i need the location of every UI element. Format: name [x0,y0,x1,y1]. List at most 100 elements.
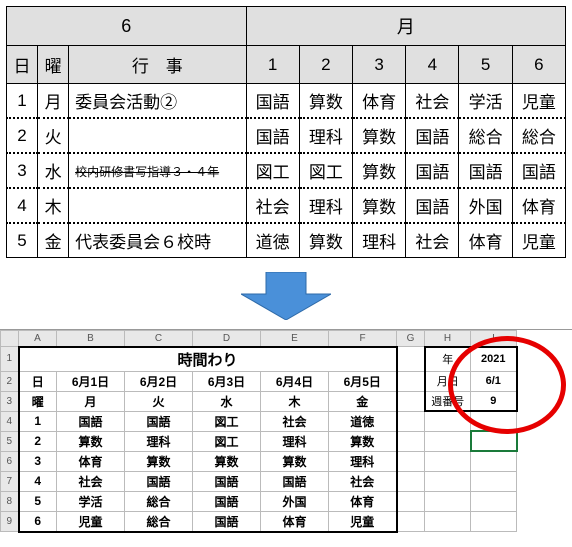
side-year-val[interactable]: 2021 [471,347,517,372]
subject-cell: 児童 [512,223,565,258]
grid-cell[interactable]: 総合 [125,511,193,532]
grid-cell[interactable]: 児童 [329,511,397,532]
rowhdr-9[interactable]: 9 [1,511,19,532]
side-wk-val[interactable]: 9 [471,391,517,411]
rowhdr-2[interactable]: 2 [1,371,19,391]
grid-cell[interactable]: 道徳 [329,411,397,431]
period-label[interactable]: 3 [19,451,57,471]
cell-empty[interactable] [425,411,471,431]
cell-empty[interactable] [425,491,471,511]
sheet-dow-3[interactable]: 木 [261,391,329,411]
sheet-hdr-dow[interactable]: 曜 [19,391,57,411]
rowhdr-1[interactable]: 1 [1,347,19,372]
grid-cell[interactable]: 国語 [57,411,125,431]
period-label[interactable]: 1 [19,411,57,431]
sheet-date-0[interactable]: 6月1日 [57,371,125,391]
rowhdr-4[interactable]: 4 [1,411,19,431]
cell-empty[interactable] [397,451,425,471]
grid-cell[interactable]: 理科 [261,431,329,451]
grid-cell[interactable]: 学活 [57,491,125,511]
cell-g3[interactable] [397,391,425,411]
grid-cell[interactable]: 図工 [193,411,261,431]
spreadsheet[interactable]: A B C D E F G H I 1 時間わり 年 2021 2 日 6月1日… [0,330,518,533]
rowhdr-5[interactable]: 5 [1,431,19,451]
sheet-date-2[interactable]: 6月3日 [193,371,261,391]
cell-empty[interactable] [471,491,517,511]
cell-empty[interactable] [425,511,471,532]
cell-empty[interactable] [471,451,517,471]
grid-cell[interactable]: 社会 [261,411,329,431]
sheet-hdr-day[interactable]: 日 [19,371,57,391]
calendar-table: 6 月 日 曜 行 事 1 2 3 4 5 6 1月委員会活動②国語算数体育社会… [6,6,566,258]
cell-empty[interactable] [471,411,517,431]
colhdr-f[interactable]: F [329,331,397,347]
cell-empty[interactable] [425,431,471,451]
rowhdr-6[interactable]: 6 [1,451,19,471]
sheet-dow-4[interactable]: 金 [329,391,397,411]
cell-empty[interactable] [397,471,425,491]
colhdr-h[interactable]: H [425,331,471,347]
grid-cell[interactable]: 算数 [261,451,329,471]
corner-cell[interactable] [1,331,19,347]
rowhdr-8[interactable]: 8 [1,491,19,511]
cell-empty[interactable] [471,471,517,491]
grid-cell[interactable]: 社会 [329,471,397,491]
grid-cell[interactable]: 理科 [329,451,397,471]
side-md-label[interactable]: 月日 [425,371,471,391]
grid-cell[interactable]: 理科 [125,431,193,451]
period-label[interactable]: 4 [19,471,57,491]
grid-cell[interactable]: 外国 [261,491,329,511]
grid-cell[interactable]: 算数 [125,451,193,471]
grid-cell[interactable]: 算数 [57,431,125,451]
rowhdr-3[interactable]: 3 [1,391,19,411]
grid-cell[interactable]: 総合 [125,491,193,511]
period-label[interactable]: 6 [19,511,57,532]
colhdr-e[interactable]: E [261,331,329,347]
colhdr-c[interactable]: C [125,331,193,347]
grid-cell[interactable]: 算数 [193,451,261,471]
grid-cell[interactable]: 社会 [57,471,125,491]
sheet-dow-1[interactable]: 火 [125,391,193,411]
side-md-val[interactable]: 6/1 [471,371,517,391]
cell-empty[interactable] [397,511,425,532]
sheet-date-4[interactable]: 6月5日 [329,371,397,391]
sheet-date-3[interactable]: 6月4日 [261,371,329,391]
sheet-dow-2[interactable]: 水 [193,391,261,411]
grid-cell[interactable]: 国語 [193,511,261,532]
grid-cell[interactable]: 体育 [329,491,397,511]
side-year-label[interactable]: 年 [425,347,471,372]
sheet-title[interactable]: 時間わり [19,347,397,372]
side-wk-label[interactable]: 週番号 [425,391,471,411]
period-label[interactable]: 5 [19,491,57,511]
grid-cell[interactable]: 体育 [57,451,125,471]
subject-cell: 総合 [512,118,565,153]
cell-empty[interactable] [397,431,425,451]
grid-cell[interactable]: 算数 [329,431,397,451]
cell-empty[interactable] [397,491,425,511]
grid-cell[interactable]: 児童 [57,511,125,532]
cell-g2[interactable] [397,371,425,391]
subject-cell: 算数 [299,84,352,119]
cell-empty[interactable] [425,471,471,491]
grid-cell[interactable]: 体育 [261,511,329,532]
cell-empty[interactable] [471,511,517,532]
grid-cell[interactable]: 国語 [261,471,329,491]
sheet-dow-0[interactable]: 月 [57,391,125,411]
period-label[interactable]: 2 [19,431,57,451]
grid-cell[interactable]: 図工 [193,431,261,451]
colhdr-g[interactable]: G [397,331,425,347]
cell-empty[interactable] [397,411,425,431]
grid-cell[interactable]: 国語 [125,411,193,431]
sheet-date-1[interactable]: 6月2日 [125,371,193,391]
cell-empty[interactable] [471,431,517,451]
colhdr-b[interactable]: B [57,331,125,347]
rowhdr-7[interactable]: 7 [1,471,19,491]
cell-empty[interactable] [425,451,471,471]
grid-cell[interactable]: 国語 [193,491,261,511]
cell-g1[interactable] [397,347,425,372]
colhdr-a[interactable]: A [19,331,57,347]
colhdr-i[interactable]: I [471,331,517,347]
grid-cell[interactable]: 国語 [125,471,193,491]
colhdr-d[interactable]: D [193,331,261,347]
grid-cell[interactable]: 国語 [193,471,261,491]
